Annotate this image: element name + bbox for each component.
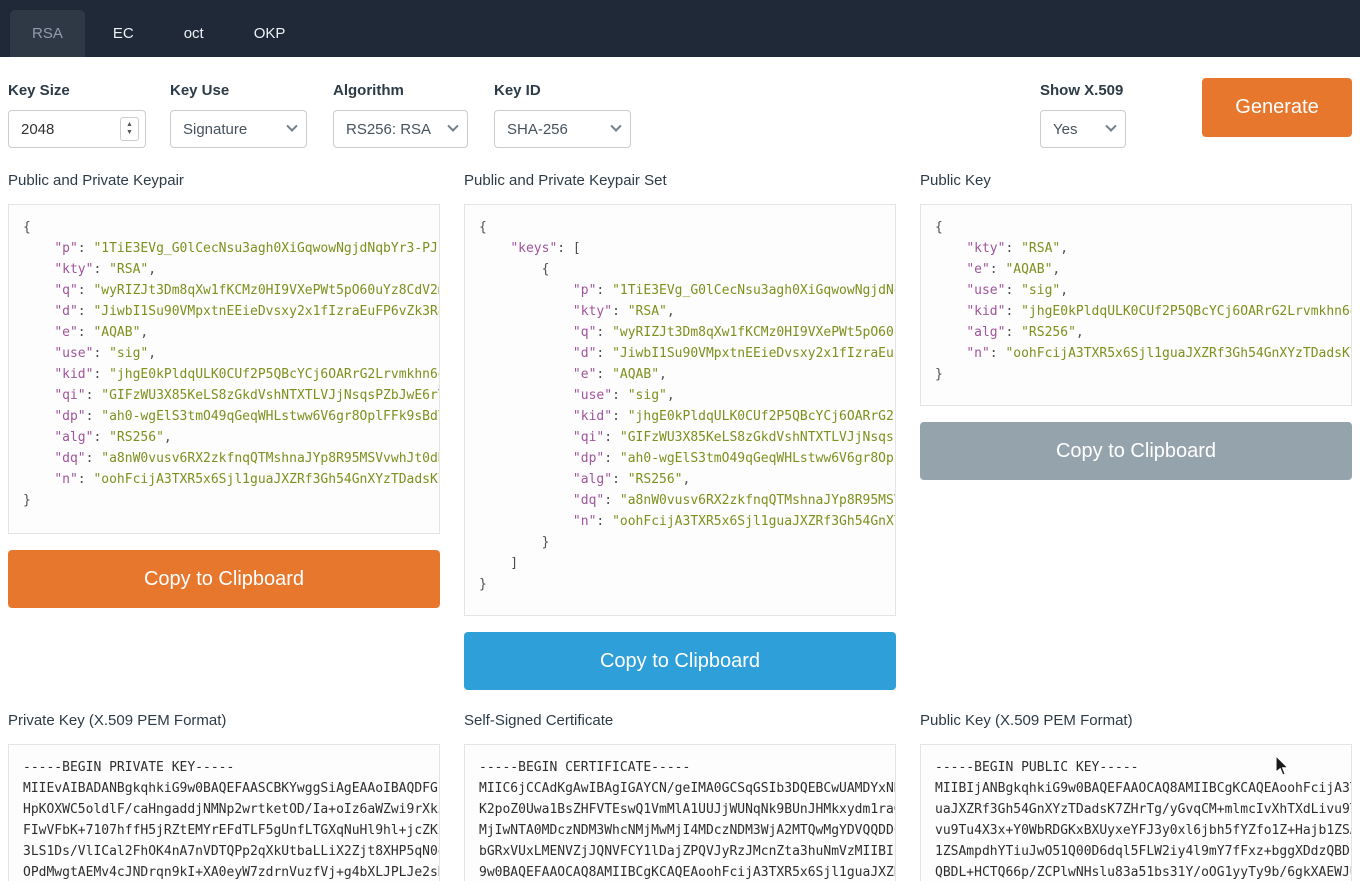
tab-ec-label: EC (113, 25, 134, 42)
private-pem-output[interactable]: -----BEGIN PRIVATE KEY----- MIIEvAIBADAN… (8, 744, 440, 881)
keypair-set-title: Public and Private Keypair Set (464, 172, 896, 192)
keypair-title: Public and Private Keypair (8, 172, 440, 192)
section-private-pem: Private Key (X.509 PEM Format) -----BEGI… (8, 712, 440, 881)
section-keypair: Public and Private Keypair { "p": "1TiE3… (8, 172, 440, 608)
copy-public-key-button[interactable]: Copy to Clipboard (920, 422, 1352, 480)
key-size-stepper[interactable]: ▲ ▼ (120, 117, 139, 141)
generator-controls: Key Size ▲ ▼ Key Use Signature Algorithm… (0, 57, 1360, 167)
copy-keypair-set-button[interactable]: Copy to Clipboard (464, 632, 896, 690)
key-use-label: Key Use (170, 82, 307, 100)
chevron-down-icon (1105, 121, 1116, 132)
algorithm-group: Algorithm RS256: RSA (333, 82, 468, 148)
show-x509-label: Show X.509 (1040, 82, 1126, 100)
key-use-group: Key Use Signature (170, 82, 307, 148)
key-use-select[interactable]: Signature (170, 110, 307, 148)
public-pem-title: Public Key (X.509 PEM Format) (920, 712, 1352, 732)
certificate-title: Self-Signed Certificate (464, 712, 896, 732)
key-id-select[interactable]: SHA-256 (494, 110, 631, 148)
chevron-down-icon (610, 121, 621, 132)
section-keypair-set: Public and Private Keypair Set { "keys":… (464, 172, 896, 690)
tab-ec[interactable]: EC (91, 10, 156, 57)
tab-okp[interactable]: OKP (232, 10, 308, 57)
chevron-down-icon (447, 121, 458, 132)
keypair-set-json-output[interactable]: { "keys": [ { "p": "1TiE3EVg_G0lCecNsu3a… (464, 204, 896, 616)
key-size-textbox: ▲ ▼ (8, 110, 146, 148)
tab-oct[interactable]: oct (162, 10, 226, 57)
tab-rsa-label: RSA (32, 25, 63, 42)
show-x509-group: Show X.509 Yes (1040, 82, 1126, 148)
public-pem-output[interactable]: -----BEGIN PUBLIC KEY----- MIIBIjANBgkqh… (920, 744, 1352, 881)
algorithm-label: Algorithm (333, 82, 468, 100)
section-public-pem: Public Key (X.509 PEM Format) -----BEGIN… (920, 712, 1352, 881)
key-size-group: Key Size ▲ ▼ (8, 82, 146, 148)
show-x509-select[interactable]: Yes (1040, 110, 1126, 148)
public-key-title: Public Key (920, 172, 1352, 192)
generate-button[interactable]: Generate (1202, 78, 1352, 137)
key-type-tabbar: RSA EC oct OKP (0, 0, 1360, 57)
certificate-output[interactable]: -----BEGIN CERTIFICATE----- MIIC6jCCAdKg… (464, 744, 896, 881)
section-public-key: Public Key { "kty": "RSA", "e": "AQAB", … (920, 172, 1352, 480)
stepper-down-icon[interactable]: ▼ (126, 129, 133, 137)
copy-keypair-button[interactable]: Copy to Clipboard (8, 550, 440, 608)
chevron-down-icon (286, 121, 297, 132)
public-key-json-output[interactable]: { "kty": "RSA", "e": "AQAB", "use": "sig… (920, 204, 1352, 406)
stepper-up-icon[interactable]: ▲ (126, 121, 133, 129)
algorithm-select[interactable]: RS256: RSA (333, 110, 468, 148)
key-id-group: Key ID SHA-256 (494, 82, 631, 148)
jwk-generator-page: RSA EC oct OKP Key Size ▲ ▼ Key Use Sign… (0, 0, 1360, 881)
private-pem-title: Private Key (X.509 PEM Format) (8, 712, 440, 732)
algorithm-value: RS256: RSA (346, 121, 441, 138)
key-id-value: SHA-256 (507, 121, 604, 138)
key-size-label: Key Size (8, 82, 146, 100)
tab-okp-label: OKP (254, 25, 286, 42)
tab-rsa[interactable]: RSA (10, 10, 85, 57)
key-use-value: Signature (183, 121, 280, 138)
tab-oct-label: oct (184, 25, 204, 42)
section-certificate: Self-Signed Certificate -----BEGIN CERTI… (464, 712, 896, 881)
key-id-label: Key ID (494, 82, 631, 100)
show-x509-value: Yes (1053, 121, 1099, 138)
keypair-json-output[interactable]: { "p": "1TiE3EVg_G0lCecNsu3agh0XiGqwowNg… (8, 204, 440, 534)
